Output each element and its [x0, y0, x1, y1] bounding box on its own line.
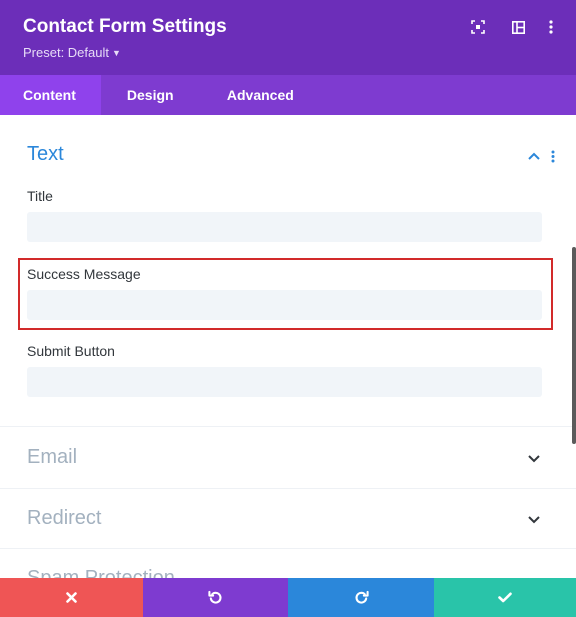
section-title-redirect[interactable]: Redirect: [27, 507, 101, 530]
redo-button[interactable]: [288, 578, 434, 617]
chevron-down-icon[interactable]: [526, 512, 542, 528]
section-title-spam-protection[interactable]: Spam Protection: [27, 567, 175, 578]
undo-icon: [208, 590, 222, 604]
split-view-icon[interactable]: [509, 18, 527, 36]
title-input[interactable]: [27, 212, 542, 242]
check-icon: [498, 592, 512, 603]
divider: [0, 548, 576, 549]
redo-icon: [355, 590, 369, 604]
settings-content: Text Title Success Message Submit Button…: [0, 115, 576, 578]
tab-design[interactable]: Design: [101, 75, 201, 115]
modal-title: Contact Form Settings: [23, 16, 227, 37]
scrollbar[interactable]: [572, 247, 576, 444]
more-vertical-icon[interactable]: [542, 18, 560, 36]
undo-button[interactable]: [143, 578, 288, 617]
divider: [0, 488, 576, 489]
preset-selector[interactable]: Preset: Default ▼: [23, 45, 121, 60]
action-bar: [0, 578, 576, 617]
submit-button-label: Submit Button: [27, 343, 115, 359]
tab-bar: Content Design Advanced: [0, 75, 576, 115]
close-icon: [66, 592, 77, 603]
chevron-up-icon[interactable]: [526, 148, 542, 164]
preset-label: Preset: Default: [23, 45, 109, 60]
section-title-email[interactable]: Email: [27, 446, 77, 469]
success-message-input[interactable]: [27, 290, 542, 320]
chevron-down-icon[interactable]: [526, 451, 542, 467]
focus-icon[interactable]: [469, 18, 487, 36]
tab-advanced[interactable]: Advanced: [201, 75, 294, 115]
save-button[interactable]: [434, 578, 576, 617]
section-title-text[interactable]: Text: [27, 143, 64, 166]
discard-button[interactable]: [0, 578, 143, 617]
caret-down-icon: ▼: [112, 48, 121, 58]
tab-content[interactable]: Content: [0, 75, 101, 115]
submit-button-input[interactable]: [27, 367, 542, 397]
divider: [0, 426, 576, 427]
section-options-icon[interactable]: [549, 148, 557, 164]
title-field-label: Title: [27, 188, 53, 204]
success-message-label: Success Message: [27, 266, 141, 282]
settings-header: Contact Form Settings Preset: Default ▼: [0, 0, 576, 75]
